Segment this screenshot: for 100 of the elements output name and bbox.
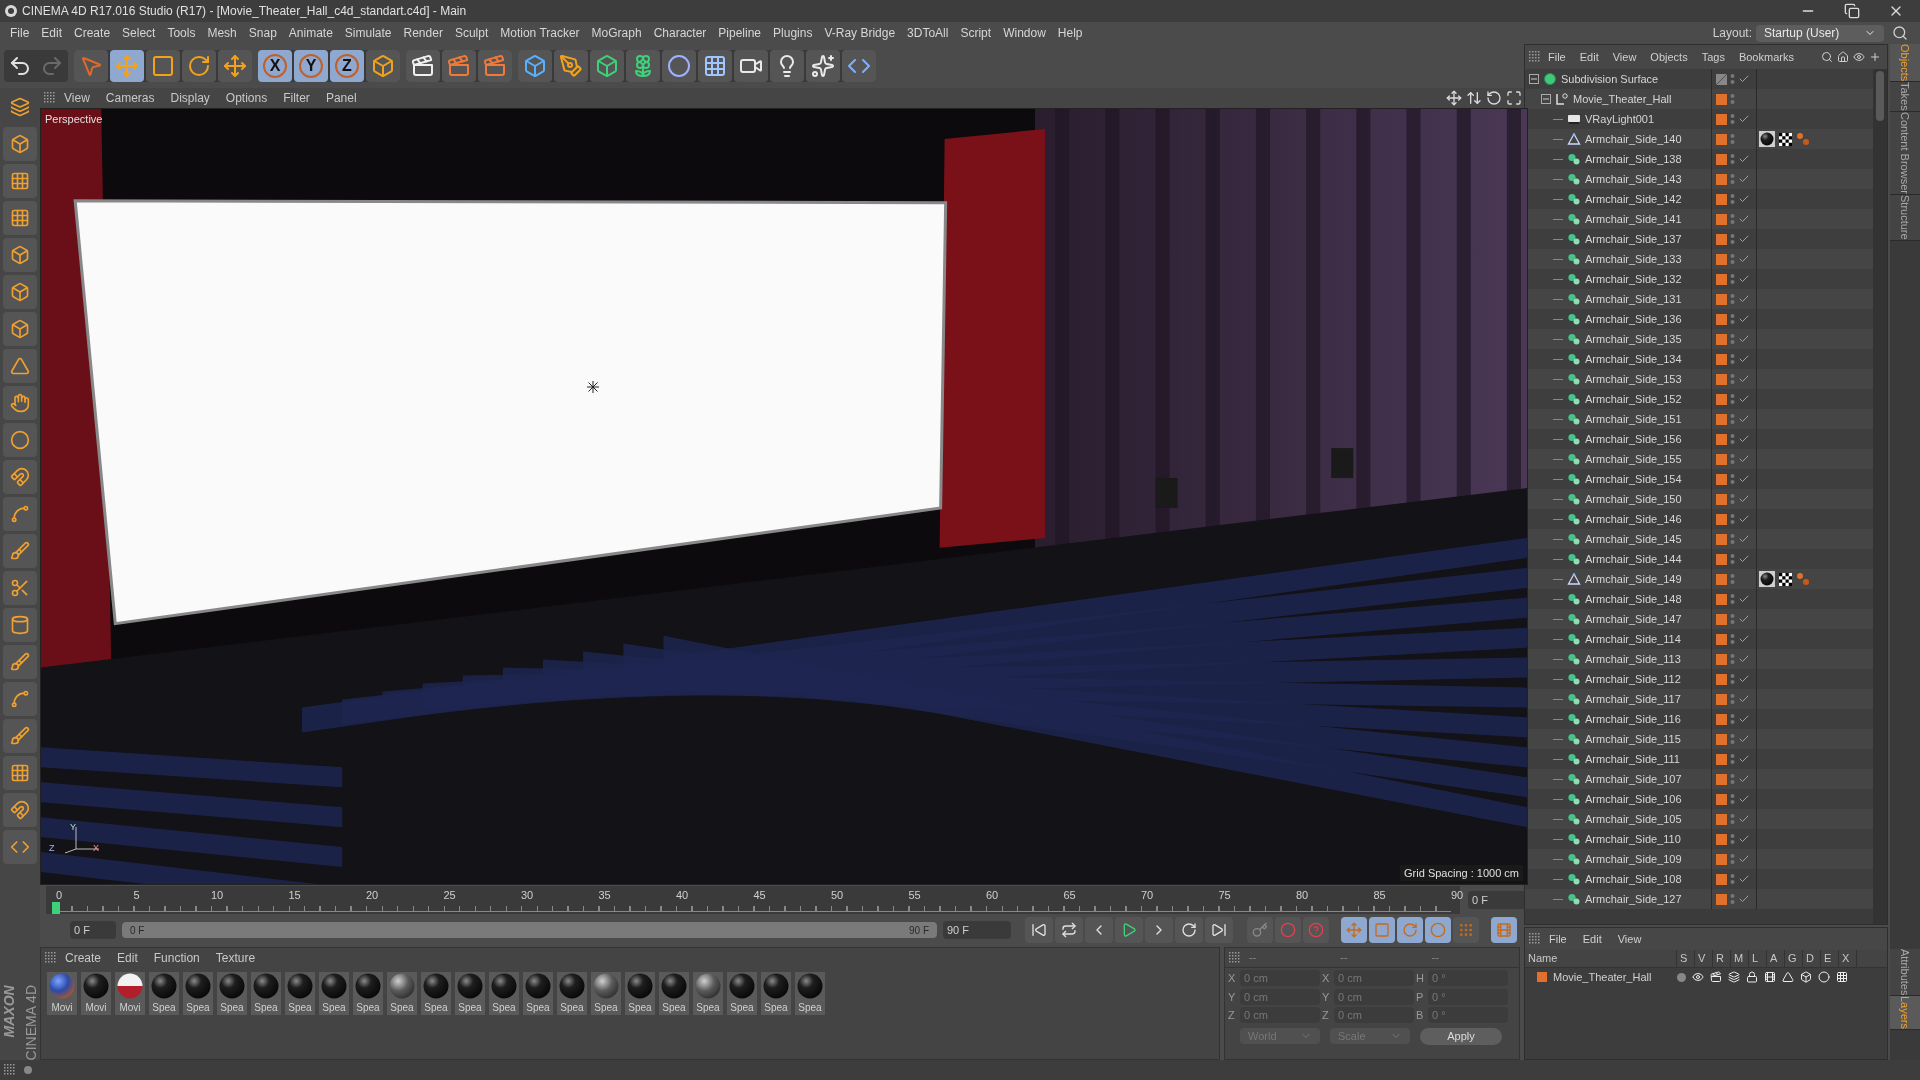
end-frame-field[interactable]: 90 F (943, 921, 1011, 939)
check-icon[interactable] (1738, 353, 1750, 365)
coordinate-system-button[interactable] (366, 50, 400, 82)
visibility-dots-icon[interactable] (1730, 453, 1735, 465)
check-icon[interactable] (1738, 553, 1750, 565)
side-tool-button[interactable] (3, 645, 37, 679)
material-swatch[interactable]: Spea (489, 972, 519, 1015)
visibility-dots-icon[interactable] (1730, 533, 1735, 545)
material-swatch[interactable]: Spea (659, 972, 689, 1015)
side-tab[interactable]: Structure (1890, 195, 1920, 241)
layer-swatch[interactable] (1716, 513, 1727, 525)
layer-swatch[interactable] (1716, 353, 1727, 365)
material-swatch[interactable]: Spea (795, 972, 825, 1015)
object-row[interactable]: Armchair_Side_145 (1525, 529, 1874, 549)
visibility-dots-icon[interactable] (1730, 833, 1735, 845)
visibility-dots-icon[interactable] (1730, 713, 1735, 725)
layer-swatch[interactable] (1716, 133, 1727, 145)
layer-swatch[interactable] (1716, 733, 1727, 745)
check-icon[interactable] (1738, 613, 1750, 625)
side-tab[interactable]: Attributes (1890, 948, 1920, 996)
material-swatch[interactable]: Spea (421, 972, 451, 1015)
layer-swatch[interactable] (1716, 893, 1727, 905)
pan-icon[interactable] (1446, 90, 1462, 106)
object-menu-item[interactable]: File (1541, 48, 1573, 66)
layer-swatch[interactable] (1716, 193, 1727, 205)
check-icon[interactable] (1738, 853, 1750, 865)
transport-button[interactable] (1205, 917, 1233, 943)
side-tool-button[interactable] (3, 497, 37, 531)
menu-item[interactable]: Motion Tracker (494, 24, 586, 42)
visibility-dots-icon[interactable] (1730, 413, 1735, 425)
layer-swatch[interactable] (1716, 553, 1727, 565)
layer-swatch[interactable] (1716, 693, 1727, 705)
eye-icon[interactable] (1853, 51, 1866, 63)
visibility-dots-icon[interactable] (1730, 553, 1735, 565)
transport-button[interactable] (1175, 917, 1203, 943)
visibility-dots-icon[interactable] (1730, 253, 1735, 265)
check-icon[interactable] (1738, 893, 1750, 905)
checker-tag-icon[interactable] (1779, 572, 1792, 586)
layer-swatch[interactable] (1716, 853, 1727, 865)
material-swatch[interactable]: Spea (455, 972, 485, 1015)
check-icon[interactable] (1738, 173, 1750, 185)
menu-item[interactable]: V-Ray Bridge (818, 24, 902, 42)
tool-button[interactable] (218, 50, 252, 82)
visibility-dots-icon[interactable] (1730, 693, 1735, 705)
viewport-menu-item[interactable]: View (56, 89, 98, 107)
no-layer-swatch[interactable] (1716, 73, 1727, 85)
object-row[interactable]: Armchair_Side_135 (1525, 329, 1874, 349)
layer-swatch[interactable] (1716, 293, 1727, 305)
layer-swatch[interactable] (1716, 373, 1727, 385)
layer-swatch[interactable] (1716, 773, 1727, 785)
object-menu-item[interactable]: Objects (1643, 48, 1695, 66)
dolly-icon[interactable] (1466, 90, 1482, 106)
clapperboard-icon[interactable] (1710, 971, 1722, 983)
menu-item[interactable]: Sculpt (448, 24, 495, 42)
visibility-dots-icon[interactable] (1730, 773, 1735, 785)
check-icon[interactable] (1738, 153, 1750, 165)
side-tool-button[interactable] (3, 608, 37, 642)
playhead-marker[interactable] (52, 902, 60, 914)
material-swatch[interactable]: Spea (727, 972, 757, 1015)
transport-button[interactable] (1145, 917, 1173, 943)
material-tag-icon[interactable] (1759, 131, 1775, 147)
check-icon[interactable] (1738, 193, 1750, 205)
check-icon[interactable] (1738, 713, 1750, 725)
render-button[interactable] (478, 50, 512, 82)
side-tool-button[interactable] (3, 534, 37, 568)
layer-swatch[interactable] (1716, 333, 1727, 345)
side-tool-button[interactable] (3, 682, 37, 716)
side-tool-button[interactable] (3, 275, 37, 309)
check-icon[interactable] (1738, 753, 1750, 765)
visibility-dots-icon[interactable] (1730, 113, 1735, 125)
object-row[interactable]: Armchair_Side_131 (1525, 289, 1874, 309)
material-tag-icon[interactable] (1759, 571, 1775, 587)
transport-button[interactable] (1115, 917, 1143, 943)
check-icon[interactable] (1738, 693, 1750, 705)
menu-item[interactable]: Create (68, 24, 117, 42)
check-icon[interactable] (1738, 633, 1750, 645)
object-row[interactable]: Armchair_Side_127 (1525, 889, 1874, 909)
check-icon[interactable] (1738, 653, 1750, 665)
keyframe-button[interactable] (1303, 917, 1329, 943)
layer-swatch[interactable] (1716, 493, 1727, 505)
material-swatch[interactable]: Spea (149, 972, 179, 1015)
menu-item[interactable]: Pipeline (712, 24, 768, 42)
side-tool-button[interactable] (3, 830, 37, 864)
material-swatch[interactable]: Spea (353, 972, 383, 1015)
material-swatch[interactable]: Spea (591, 972, 621, 1015)
check-icon[interactable] (1738, 593, 1750, 605)
check-icon[interactable] (1738, 233, 1750, 245)
visibility-dots-icon[interactable] (1730, 313, 1735, 325)
visibility-dots-icon[interactable] (1730, 173, 1735, 185)
viewport-menu-item[interactable]: Cameras (97, 89, 163, 107)
material-swatch[interactable]: Spea (625, 972, 655, 1015)
check-icon[interactable] (1738, 873, 1750, 885)
object-row[interactable]: Armchair_Side_151 (1525, 409, 1874, 429)
layer-swatch[interactable] (1716, 573, 1727, 585)
visibility-dots-icon[interactable] (1730, 153, 1735, 165)
layer-swatch[interactable] (1716, 233, 1727, 245)
layer-swatch[interactable] (1716, 713, 1727, 725)
check-icon[interactable] (1738, 813, 1750, 825)
material-swatch[interactable]: Movi (115, 972, 145, 1015)
material-swatch[interactable]: Spea (387, 972, 417, 1015)
